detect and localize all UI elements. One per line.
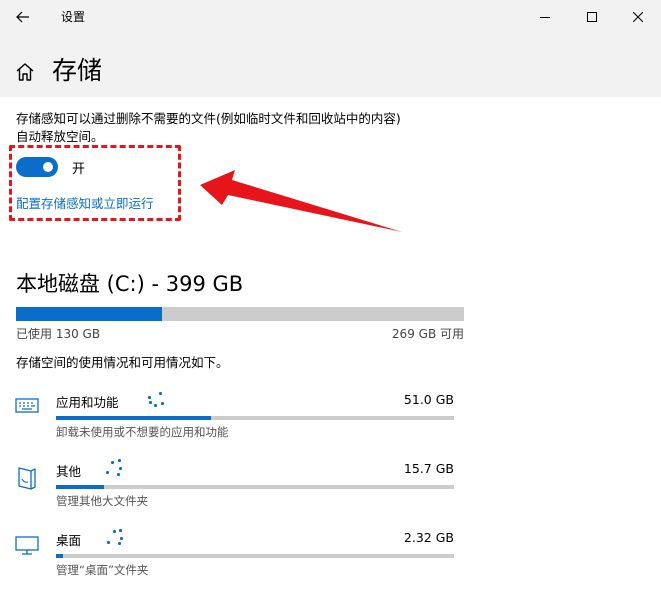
close-button[interactable] <box>615 0 661 33</box>
category-name: 应用和功能 <box>56 395 119 410</box>
minimize-button[interactable] <box>522 0 568 33</box>
category-usage-bar-fill <box>56 416 212 420</box>
keyboard-icon <box>15 396 39 418</box>
category-subtitle: 管理“桌面”文件夹 <box>56 563 149 577</box>
disk-free-label: 269 GB 可用 <box>391 327 464 341</box>
back-arrow-icon <box>16 11 29 22</box>
category-usage-bar-fill <box>56 485 104 489</box>
page-title: 存储 <box>52 56 103 85</box>
disk-usage-bar <box>16 307 464 321</box>
category-usage-bar <box>56 416 454 420</box>
category-subtitle: 卸载未使用或不想要的应用和功能 <box>56 425 229 439</box>
category-desktop[interactable]: 桌面 2.32 GB 管理“桌面”文件夹 <box>0 528 470 590</box>
disk-used-label: 已使用 130 GB <box>16 327 101 341</box>
home-icon[interactable] <box>14 61 36 87</box>
loading-spinner-icon <box>104 528 126 548</box>
disk-usage-bar-fill <box>16 307 163 321</box>
category-size: 15.7 GB <box>403 461 454 476</box>
category-subtitle: 管理其他大文件夹 <box>56 494 148 508</box>
category-usage-bar-fill <box>56 554 64 558</box>
window-title: 设置 <box>61 10 86 24</box>
back-button[interactable] <box>6 0 40 33</box>
minimize-icon <box>540 16 550 18</box>
annotation-highlight-box <box>9 145 181 221</box>
storage-sense-description: 存储感知可以通过删除不需要的文件(例如临时文件和回收站中的内容) 自动释放空间。 <box>16 110 456 146</box>
disk-title: 本地磁盘 (C:) - 399 GB <box>16 272 244 296</box>
folder-icon <box>15 465 39 495</box>
category-size: 2.32 GB <box>403 530 454 545</box>
description-line-1: 存储感知可以通过删除不需要的文件(例如临时文件和回收站中的内容) <box>16 111 401 126</box>
description-line-2: 自动释放空间。 <box>16 129 104 144</box>
close-icon <box>633 11 643 22</box>
maximize-icon <box>587 11 597 22</box>
category-other[interactable]: 其他 15.7 GB 管理其他大文件夹 <box>0 459 470 521</box>
category-apps-features[interactable]: 应用和功能 51.0 GB 卸载未使用或不想要的应用和功能 <box>0 392 470 452</box>
category-usage-bar <box>56 554 454 558</box>
usage-description: 存储空间的使用情况和可用情况如下。 <box>16 355 229 370</box>
loading-spinner-icon <box>104 459 126 479</box>
loading-spinner-icon <box>146 390 168 410</box>
category-usage-bar <box>56 485 454 489</box>
category-name: 桌面 <box>56 533 82 548</box>
category-size: 51.0 GB <box>403 392 454 407</box>
maximize-button[interactable] <box>569 0 615 33</box>
category-name: 其他 <box>56 464 82 479</box>
monitor-icon <box>15 534 39 560</box>
